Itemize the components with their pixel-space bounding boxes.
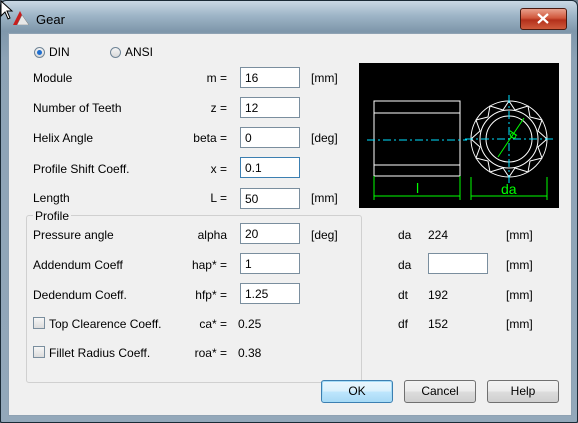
profile-group-title: Profile — [33, 209, 72, 223]
length-symbol: L = — [210, 191, 227, 205]
pressure-label: Pressure angle — [33, 228, 114, 242]
length-input[interactable] — [240, 188, 300, 209]
result-df-name: df — [398, 317, 409, 331]
dedendum-label: Dedendum Coeff. — [33, 288, 127, 302]
ansi-radio[interactable] — [110, 47, 121, 58]
top-clearance-symbol: ca* = — [199, 317, 227, 331]
fillet-radius-checkbox[interactable] — [33, 346, 45, 358]
module-input[interactable] — [240, 67, 300, 88]
pressure-symbol: alpha — [197, 228, 227, 242]
pitch-diameter-label: d — [505, 128, 520, 141]
result-dt-name: dt — [398, 288, 409, 302]
teeth-input[interactable] — [240, 97, 300, 118]
top-clearance-label: Top Clearence Coeff. — [49, 317, 162, 331]
gear-preview-drawing: d l da — [367, 95, 553, 200]
length-dim-label: l — [416, 180, 419, 196]
addendum-input[interactable] — [240, 253, 300, 274]
gear-preview: d l da — [359, 63, 559, 208]
dialog-client-area: DIN ANSI Module m = [mm] Number of Teeth… — [8, 33, 572, 416]
result-df-value: 152 — [428, 317, 449, 331]
shift-input[interactable] — [240, 157, 300, 178]
fillet-radius-value: 0.38 — [238, 346, 262, 360]
din-label: DIN — [49, 45, 70, 59]
radio-selected-dot — [37, 50, 42, 55]
dedendum-symbol: hfp* = — [195, 288, 227, 302]
addendum-symbol: hap* = — [191, 258, 227, 272]
help-button[interactable]: Help — [487, 380, 559, 403]
fillet-radius-symbol: roa* = — [194, 346, 227, 360]
result-da-unit: [mm] — [506, 228, 533, 242]
ansi-label: ANSI — [125, 45, 154, 59]
length-label: Length — [33, 191, 70, 205]
shift-symbol: x = — [210, 162, 227, 176]
result-da-value: 224 — [428, 228, 449, 242]
pressure-unit: [deg] — [311, 228, 338, 242]
addendum-label: Addendum Coeff — [33, 258, 123, 272]
result-dt-unit: [mm] — [506, 288, 533, 302]
pressure-input[interactable] — [240, 223, 300, 244]
title-bar[interactable]: Gear — [1, 1, 577, 33]
length-unit: [mm] — [311, 191, 338, 205]
gear-dialog-window: Gear DIN ANSI Module m = [mm] Number of … — [0, 0, 578, 423]
helix-symbol: beta = — [193, 131, 227, 145]
module-symbol: m = — [206, 71, 227, 85]
result-da-name: da — [398, 228, 412, 242]
helix-input[interactable] — [240, 127, 300, 148]
result-df-unit: [mm] — [506, 317, 533, 331]
helix-unit: [deg] — [311, 131, 338, 145]
close-icon — [537, 13, 549, 24]
teeth-symbol: z = — [210, 101, 227, 115]
top-clearance-checkbox[interactable] — [33, 317, 45, 329]
result-da2-unit: [mm] — [506, 258, 533, 272]
dedendum-input[interactable] — [240, 283, 300, 304]
app-logo-icon — [13, 11, 29, 25]
module-unit: [mm] — [311, 71, 338, 85]
helix-label: Helix Angle — [33, 131, 94, 145]
cancel-button[interactable]: Cancel — [404, 380, 476, 403]
fillet-radius-label: Fillet Radius Coeff. — [49, 346, 151, 360]
ok-button[interactable]: OK — [321, 380, 393, 403]
module-label: Module — [33, 71, 73, 85]
window-title: Gear — [36, 12, 65, 27]
din-radio[interactable] — [34, 47, 45, 58]
shift-label: Profile Shift Coeff. — [33, 162, 130, 176]
result-dt-value: 192 — [428, 288, 449, 302]
mouse-cursor-icon — [0, 0, 14, 20]
result-da2-input[interactable] — [428, 253, 488, 274]
top-clearance-value: 0.25 — [238, 317, 262, 331]
teeth-label: Number of Teeth — [33, 101, 122, 115]
result-da2-name: da — [398, 258, 412, 272]
diameter-dim-label: da — [501, 181, 517, 197]
close-button[interactable] — [520, 8, 567, 30]
